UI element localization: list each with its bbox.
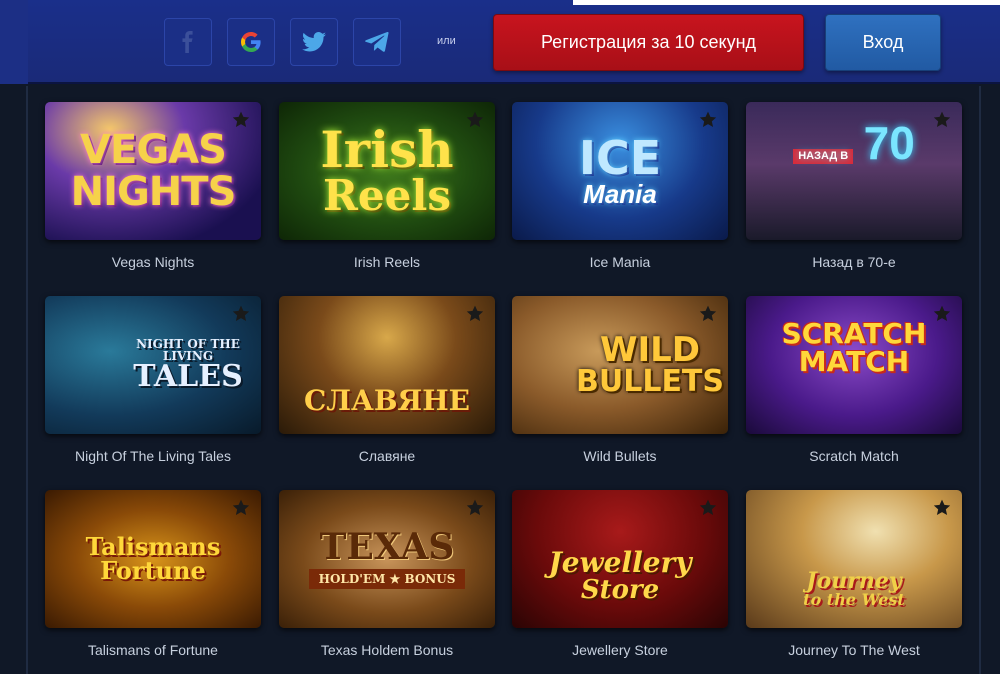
game-tile-back-to-70s[interactable]: НАЗАД В 70 xyxy=(746,102,962,240)
game-logo: Talismans Fortune xyxy=(85,532,221,585)
favorite-star-icon[interactable] xyxy=(231,304,251,324)
twitter-icon xyxy=(302,32,326,52)
game-tile-texas-holdem-bonus[interactable]: TEXAS HOLD'EM ★ BONUS xyxy=(279,490,495,628)
login-button[interactable]: Вход xyxy=(825,14,941,71)
telegram-login-button[interactable] xyxy=(353,18,401,66)
game-tile-ice-mania[interactable]: ICE Mania xyxy=(512,102,728,240)
game-title[interactable]: Ice Mania xyxy=(512,254,728,270)
game-logo: СЛАВЯНЕ xyxy=(303,383,470,417)
game-logo: Journey to the West xyxy=(803,568,905,610)
game-title[interactable]: Jewellery Store xyxy=(512,642,728,658)
game-title[interactable]: Texas Holdem Bonus xyxy=(279,642,495,658)
game-logo: Jewellery Store xyxy=(548,545,692,605)
favorite-star-icon[interactable] xyxy=(231,498,251,518)
game-tile-talismans-of-fortune[interactable]: Talismans Fortune xyxy=(45,490,261,628)
favorite-star-icon[interactable] xyxy=(932,110,952,130)
header-edge xyxy=(0,0,28,84)
game-tile-scratch-match[interactable]: SCRATCH MATCH xyxy=(746,296,962,434)
game-tile-night-of-the-living-tales[interactable]: NIGHT OF THE LIVING TALES xyxy=(45,296,261,434)
game-logo: TEXAS HOLD'EM ★ BONUS xyxy=(279,529,495,589)
favorite-star-icon[interactable] xyxy=(465,304,485,324)
favorite-star-icon[interactable] xyxy=(698,110,718,130)
game-logo: Irish Reels xyxy=(320,120,454,220)
game-title[interactable]: Journey To The West xyxy=(746,642,962,658)
telegram-icon xyxy=(365,32,389,52)
site-header: или Регистрация за 10 секунд Вход xyxy=(0,0,1000,84)
favorite-star-icon[interactable] xyxy=(932,304,952,324)
favorite-star-icon[interactable] xyxy=(698,498,718,518)
facebook-icon xyxy=(182,31,193,53)
favorite-star-icon[interactable] xyxy=(465,498,485,518)
favorite-star-icon[interactable] xyxy=(231,110,251,130)
page-border-left xyxy=(26,86,28,674)
register-button[interactable]: Регистрация за 10 секунд xyxy=(493,14,804,71)
favorite-star-icon[interactable] xyxy=(932,498,952,518)
game-logo: НАЗАД В 70 xyxy=(746,120,962,166)
or-label: или xyxy=(437,35,456,47)
game-logo: SCRATCH MATCH xyxy=(781,317,927,379)
game-title[interactable]: Славяне xyxy=(279,448,495,464)
game-title[interactable]: Irish Reels xyxy=(279,254,495,270)
game-title[interactable]: Talismans of Fortune xyxy=(45,642,261,658)
game-logo: WILD BULLETS xyxy=(575,330,725,399)
google-login-button[interactable] xyxy=(227,18,275,66)
header-top-bar xyxy=(573,0,1000,5)
game-title[interactable]: Wild Bullets xyxy=(512,448,728,464)
facebook-login-button[interactable] xyxy=(164,18,212,66)
page-border-right xyxy=(979,86,981,674)
favorite-star-icon[interactable] xyxy=(698,304,718,324)
twitter-login-button[interactable] xyxy=(290,18,338,66)
game-tile-vegas-nights[interactable]: VEGAS NIGHTS xyxy=(45,102,261,240)
game-logo: NIGHT OF THE LIVING TALES xyxy=(133,337,243,394)
game-title[interactable]: Scratch Match xyxy=(746,448,962,464)
google-icon xyxy=(241,32,261,52)
game-tile-irish-reels[interactable]: Irish Reels xyxy=(279,102,495,240)
game-title[interactable]: Night Of The Living Tales xyxy=(45,448,261,464)
game-title[interactable]: Vegas Nights xyxy=(45,254,261,270)
game-tile-jewellery-store[interactable]: Jewellery Store xyxy=(512,490,728,628)
game-tile-slavyane[interactable]: СЛАВЯНЕ xyxy=(279,296,495,434)
game-logo: VEGAS NIGHTS xyxy=(70,127,237,215)
game-logo: ICE Mania xyxy=(578,131,662,209)
favorite-star-icon[interactable] xyxy=(465,110,485,130)
game-tile-wild-bullets[interactable]: WILD BULLETS xyxy=(512,296,728,434)
game-title[interactable]: Назад в 70-е xyxy=(746,254,962,270)
game-tile-journey-to-the-west[interactable]: Journey to the West xyxy=(746,490,962,628)
